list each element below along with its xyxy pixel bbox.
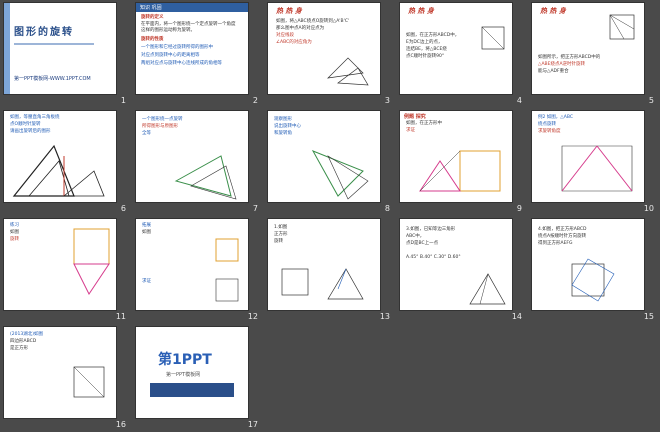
slide-canvas: (2013湖北)如图 四边形ABCD 是正方形: [4, 327, 116, 418]
slide-text-line: 两组对应点与旋转中心连线所成的角相等: [141, 61, 222, 66]
slide-canvas: 拓展 如图 求证: [136, 219, 248, 310]
rotation-diagram: [174, 155, 237, 200]
slide-number: 16: [115, 420, 126, 429]
slide-text-line: 这样的图形运动称为旋转。: [141, 28, 195, 33]
rotation-diagram: [561, 145, 633, 192]
slide-subtitle: 第一PPT模板网-WWW.1PPT.COM: [14, 76, 91, 82]
slide-thumbnail-14[interactable]: 3.如图，已知等边三角形 ABC中， 点D是BC上一点 A.45° B.40° …: [396, 216, 528, 324]
square-diagram: [609, 14, 635, 40]
slide-number: 7: [252, 204, 258, 213]
rotation-diagram: [311, 150, 369, 200]
slide-canvas: 热 热 身 如图，在正方形ABCD中， E为DC边上的点， 连结BE，将△BCE…: [400, 3, 512, 94]
slide-canvas: 4.如图，把正方形ABCD 绕点A按顺时针方向旋转 得到正方形AEFG: [532, 219, 644, 310]
slide-sorter-grid: 图形的旋转 第一PPT模板网-WWW.1PPT.COM 1 知识 巩固 旋转的定…: [0, 0, 660, 432]
slide-thumbnail-5[interactable]: 热 热 身 如图所示，把正方形ABCD中的 △ABE绕点A逆时针旋转 能与△AD…: [528, 0, 660, 108]
slide-canvas: 热 热 身 如图，将△ABC绕点O旋转到△A'B'C' 那么图中点A的对应点为 …: [268, 3, 380, 94]
slide-thumbnail-9[interactable]: 例题 探究 如图，在正方形中 求证 9: [396, 108, 528, 216]
slide-canvas: 一个图形绕一点旋转 所得图形与原图形 全等: [136, 111, 248, 202]
slide-number: 14: [511, 312, 522, 321]
slide-canvas: 如图，等腰直角三角板绕 点O顺时针旋转 请画出旋转后的图形: [4, 111, 116, 202]
slide-number: 5: [648, 96, 654, 105]
square-diagram: [73, 366, 105, 398]
triangle-diagram: [327, 57, 369, 86]
side-band: [4, 3, 10, 94]
slide-thumbnail-2[interactable]: 知识 巩固 旋转的定义 在平面内，将一个图形绕一个定点旋转一个角度 这样的图形运…: [132, 0, 264, 108]
slide-canvas: 3.如图，已知等边三角形 ABC中， 点D是BC上一点 A.45° B.40° …: [400, 219, 512, 310]
slide-text-line: 对应点到旋转中心的距离相等: [141, 53, 200, 58]
slide-canvas: 观察图形 说出旋转中心 和旋转角: [268, 111, 380, 202]
slide-number: 4: [516, 96, 522, 105]
slide-thumbnail-4[interactable]: 热 热 身 如图，在正方形ABCD中， E为DC边上的点， 连结BE，将△BCE…: [396, 0, 528, 108]
logo-banner: [150, 383, 234, 397]
square-diagram: [215, 238, 239, 302]
triangle-diagram: [12, 144, 105, 197]
logo-caption: 第一PPT模板网: [166, 372, 201, 378]
slide-canvas: 例题 探究 如图，在正方形中 求证: [400, 111, 512, 202]
slide-number: 8: [384, 204, 390, 213]
square-diagram: [419, 150, 501, 192]
slide-number: 10: [643, 204, 654, 213]
slide-thumbnail-7[interactable]: 一个图形绕一点旋转 所得图形与原图形 全等 7: [132, 108, 264, 216]
slide-number: 13: [379, 312, 390, 321]
slide-thumbnail-3[interactable]: 热 热 身 如图，将△ABC绕点O旋转到△A'B'C' 那么图中点A的对应点为 …: [264, 0, 396, 108]
slide-thumbnail-12[interactable]: 拓展 如图 求证 12: [132, 216, 264, 324]
slide-thumbnail-17[interactable]: 第1PPT 第一PPT模板网 17: [132, 324, 264, 432]
triangle-diagram: [469, 273, 506, 305]
square-diagram: [481, 26, 505, 50]
slide-canvas: 图形的旋转 第一PPT模板网-WWW.1PPT.COM: [4, 3, 116, 94]
slide-number: 1: [120, 96, 126, 105]
slide-number: 12: [247, 312, 258, 321]
title-underline: [14, 43, 94, 45]
slide-number: 6: [120, 204, 126, 213]
slide-thumbnail-16[interactable]: (2013湖北)如图 四边形ABCD 是正方形 16: [0, 324, 132, 432]
slide-canvas: 知识 巩固 旋转的定义 在平面内，将一个图形绕一个定点旋转一个角度 这样的图形运…: [136, 3, 248, 94]
slide-number: 15: [643, 312, 654, 321]
ppt-logo: 第1PPT: [158, 352, 212, 368]
slide-number: 2: [252, 96, 258, 105]
slide-text-line: 旋转的性质: [141, 37, 164, 42]
rotation-diagram: [73, 228, 110, 295]
slide-title: 图形的旋转: [14, 27, 74, 38]
slide-text-line: 旋转的定义: [141, 15, 164, 20]
slide-number: 9: [516, 204, 522, 213]
slide-canvas: 1.如图 正方形 旋转: [268, 219, 380, 310]
slide-text-line: 一个图形和它经过旋转所得的图形中: [141, 45, 213, 50]
slide-canvas: 第1PPT 第一PPT模板网: [136, 327, 248, 418]
slide-canvas: 练习 如图 旋转: [4, 219, 116, 310]
slide-number: 3: [384, 96, 390, 105]
slide-number: 11: [115, 312, 126, 321]
square-diagram: [571, 258, 615, 302]
slide-thumbnail-15[interactable]: 4.如图，把正方形ABCD 绕点A按顺时针方向旋转 得到正方形AEFG 15: [528, 216, 660, 324]
slide-thumbnail-1[interactable]: 图形的旋转 第一PPT模板网-WWW.1PPT.COM 1: [0, 0, 132, 108]
square-diagram: [281, 268, 364, 300]
slide-canvas: 热 热 身 如图所示，把正方形ABCD中的 △ABE绕点A逆时针旋转 能与△AD…: [532, 3, 644, 94]
slide-canvas: 例2 如图，△ABC 绕点旋转 求旋转角度: [532, 111, 644, 202]
slide-label: 知识 巩固: [140, 5, 162, 11]
slide-thumbnail-6[interactable]: 如图，等腰直角三角板绕 点O顺时针旋转 请画出旋转后的图形 6: [0, 108, 132, 216]
slide-number: 17: [247, 420, 258, 429]
slide-thumbnail-8[interactable]: 观察图形 说出旋转中心 和旋转角 8: [264, 108, 396, 216]
slide-thumbnail-13[interactable]: 1.如图 正方形 旋转 13: [264, 216, 396, 324]
slide-thumbnail-10[interactable]: 例2 如图，△ABC 绕点旋转 求旋转角度 10: [528, 108, 660, 216]
slide-thumbnail-11[interactable]: 练习 如图 旋转 11: [0, 216, 132, 324]
